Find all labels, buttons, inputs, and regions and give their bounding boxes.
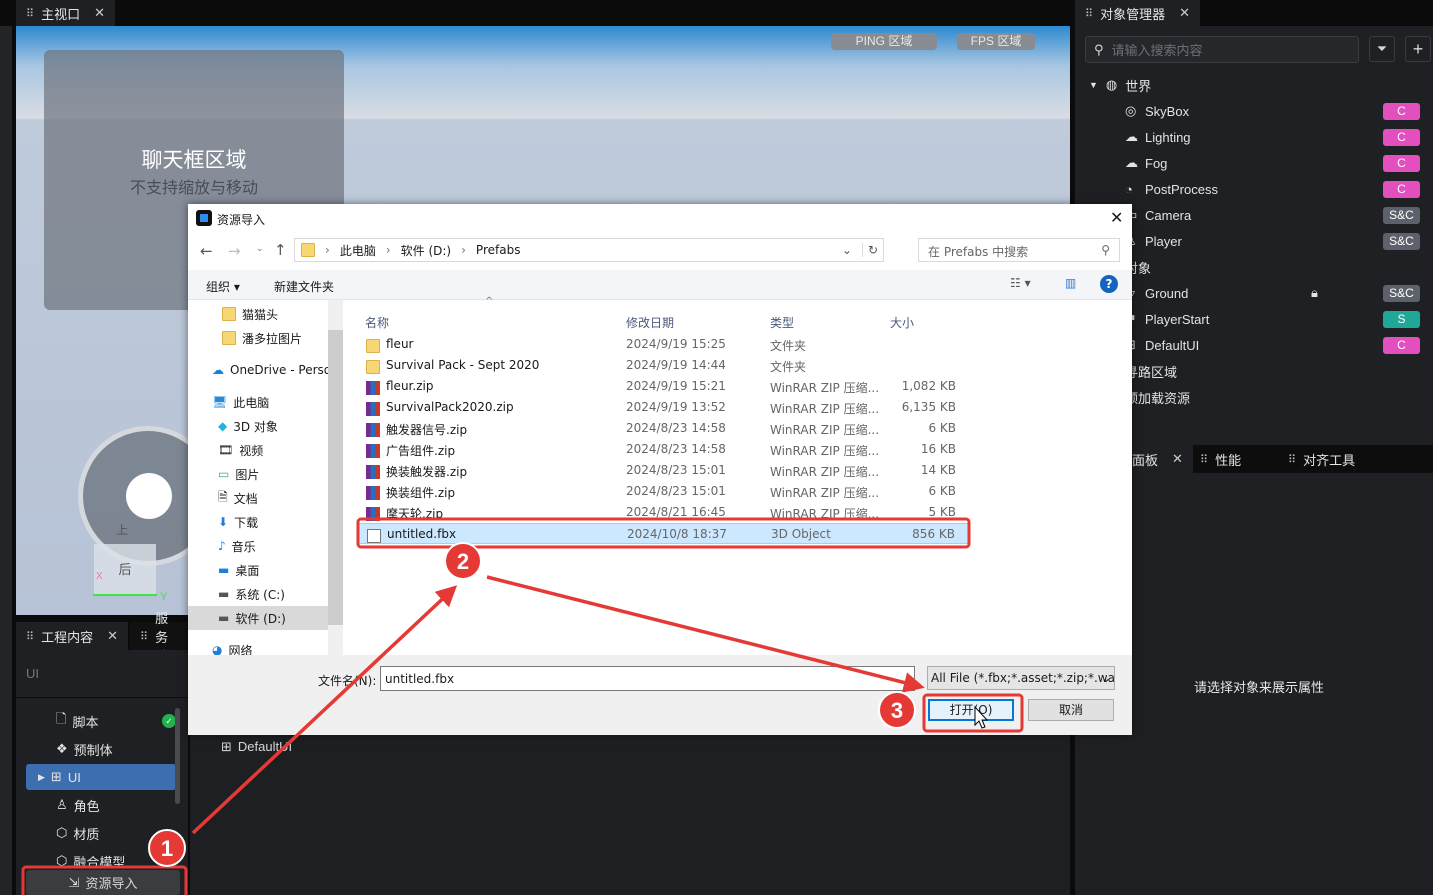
- arrow-2-to-3: [486, 575, 925, 693]
- highlight-open-button: [922, 693, 1024, 733]
- svg-text:3: 3: [891, 698, 903, 723]
- annotation-overlay: 1 2 3: [21, 517, 1024, 895]
- step-3-badge: 3: [878, 691, 916, 729]
- highlight-file-row: [356, 517, 971, 549]
- arrow-1-to-2: [191, 585, 458, 835]
- svg-text:1: 1: [161, 836, 173, 861]
- highlight-import-button: [21, 865, 188, 895]
- step-1-badge: 1: [148, 829, 186, 867]
- svg-text:2: 2: [457, 549, 469, 574]
- mouse-cursor-icon: [974, 705, 989, 729]
- step-2-badge: 2: [444, 542, 482, 580]
